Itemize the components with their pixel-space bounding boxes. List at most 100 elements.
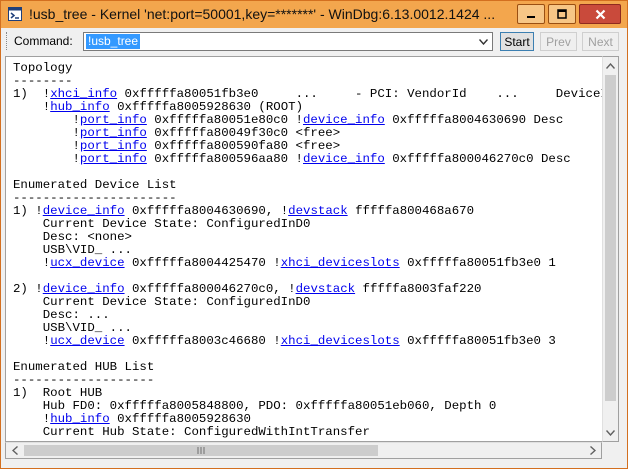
output-text: 0xfffffa800596aa80 ! [146,152,303,166]
output-text: 0xfffffa80051fb3e0 3 [399,334,556,348]
output-text: 0xfffffa8004630690 Desc [384,113,564,127]
minimize-button[interactable] [517,4,545,24]
horizontal-scrollbar[interactable] [5,442,602,459]
scroll-up-button[interactable] [603,57,618,74]
output-line: !ucx_device 0xfffffa8004425470 !xhci_dev… [13,257,556,270]
output-text: Current Device State: ConfiguredInD0 [13,295,311,309]
vertical-scroll-thumb[interactable] [605,75,616,401]
output-text: 0xfffffa8003c46680 ! [124,334,281,348]
output-text: Enumerated HUB List [13,360,155,374]
output-text: 0xfffffa800046270c0 Desc [384,152,571,166]
output-text: Enumerated Device List [13,178,177,192]
output-text: ! [13,334,51,348]
arrow-right-icon [589,446,596,455]
maximize-icon [557,9,567,19]
dml-link-port-info[interactable]: port_info [80,152,147,166]
output-pane[interactable]: Topology -------- 1) !xhci_info 0xfffffa80… [5,56,602,442]
output-text: ! [13,113,80,127]
output-text: Topology [13,61,73,75]
dml-link-device-info[interactable]: device_info [43,282,125,296]
dml-link-port-info[interactable]: port_info [80,139,147,153]
command-input[interactable] [86,34,466,49]
output-text: ! [13,126,80,140]
output-text: Current Device State: ConfiguredInD0 [13,217,311,231]
command-toolbar: Command: !usb_tree Start Prev Next [1,29,627,55]
output-text: 1) ! [13,87,51,101]
arrow-up-icon [606,62,615,69]
windbg-app-icon [8,7,22,21]
command-label: Command: [14,34,73,48]
window-title: !usb_tree - Kernel 'net:port=50001,key=*… [29,6,496,22]
start-button[interactable]: Start [500,32,534,51]
scroll-right-button[interactable] [584,443,601,458]
output-text: USB\VID_ ... [13,321,132,335]
vertical-scrollbar[interactable] [602,56,619,442]
dml-link-ucx-device[interactable]: ucx_device [50,334,124,348]
output-text: ---------------------- [13,191,177,205]
output-text: 0xfffffa80051fb3e0 ... - PCI: VendorId .… [117,87,602,101]
arrow-left-icon [11,446,18,455]
output-text: Desc: ... [13,308,110,322]
command-selected-text: !usb_tree [86,34,141,49]
dml-link-port-info[interactable]: port_info [80,126,147,140]
dml-link-devstack[interactable]: devstack [296,282,356,296]
command-dropdown-button[interactable] [475,33,492,50]
scroll-left-button[interactable] [6,443,23,458]
maximize-button[interactable] [548,4,576,24]
output-text: USB\VID_ ... [13,243,132,257]
output-text: fffffa8003faf220 [355,282,482,296]
output-text: ! [13,100,51,114]
dml-link-hub-info[interactable]: hub_info [50,100,110,114]
arrow-down-icon [606,429,615,436]
chevron-down-icon [479,38,488,45]
output-line: !port_info 0xfffffa800596aa80 !device_in… [13,152,571,166]
output-text: 0xfffffa80049f30c0 <free> [146,126,341,140]
command-combobox[interactable]: !usb_tree [83,32,493,51]
dml-link-device-info[interactable]: device_info [43,204,125,218]
output-text: fffffa800468a670 [347,204,475,218]
prev-button[interactable]: Prev [540,32,577,51]
output-text: ! [13,412,51,426]
dml-link-hub-info[interactable]: hub_info [50,412,110,426]
output-text: 0xfffffa800046270c0, ! [124,282,296,296]
dml-link-devstack[interactable]: devstack [288,204,348,218]
horizontal-scroll-thumb[interactable] [24,445,378,456]
output-text: 0xfffffa8004630690, ! [124,204,289,218]
dml-link-ucx-device[interactable]: ucx_device [50,256,124,270]
close-button[interactable] [579,4,621,24]
output-text: 0xfffffa800590fa80 <free> [146,139,341,153]
output-text: Desc: <none> [13,230,132,244]
output-text: Hub FD0: 0xfffffa8005848800, PDO: 0xffff… [13,399,497,413]
output-text: ! [13,152,80,166]
windbg-window: !usb_tree - Kernel 'net:port=50001,key=*… [0,0,628,469]
dml-link-xhci-deviceslots[interactable]: xhci_deviceslots [281,334,400,348]
next-button[interactable]: Next [582,32,619,51]
scrollbar-corner [602,442,619,459]
grip-icon [197,447,205,454]
minimize-icon [527,16,535,18]
output-line: !ucx_device 0xfffffa8003c46680 !xhci_dev… [13,335,556,348]
output-text: ------------------- [13,373,155,387]
output-text: 1) Root HUB [13,386,103,400]
output-text: 1) ! [13,204,43,218]
output-text: 0xfffffa8004425470 ! [124,256,281,270]
output-text: 0xfffffa80051fb3e0 1 [399,256,556,270]
output-text: ! [13,256,51,270]
title-bar[interactable]: !usb_tree - Kernel 'net:port=50001,key=*… [1,1,627,28]
close-icon [595,9,605,19]
dml-link-device-info[interactable]: device_info [303,152,385,166]
output-text: 0xfffffa80051e80c0 ! [146,113,303,127]
dml-link-port-info[interactable]: port_info [80,113,147,127]
output-text: ! [13,139,80,153]
scroll-down-button[interactable] [603,424,618,441]
toolbar-grip[interactable] [6,32,10,50]
output-text: 2) ! [13,282,43,296]
output-text: -------- [13,74,73,88]
dml-link-xhci-info[interactable]: xhci_info [50,87,117,101]
output-text: 0xfffffa8005928630 (ROOT) [109,100,304,114]
dml-link-device-info[interactable]: device_info [303,113,385,127]
dml-link-xhci-deviceslots[interactable]: xhci_deviceslots [281,256,400,270]
output-line: Current Hub State: ConfiguredWithIntTran… [13,426,370,439]
output-text: Current Hub State: ConfiguredWithIntTran… [13,425,370,439]
output-text: 0xfffffa8005928630 [109,412,251,426]
